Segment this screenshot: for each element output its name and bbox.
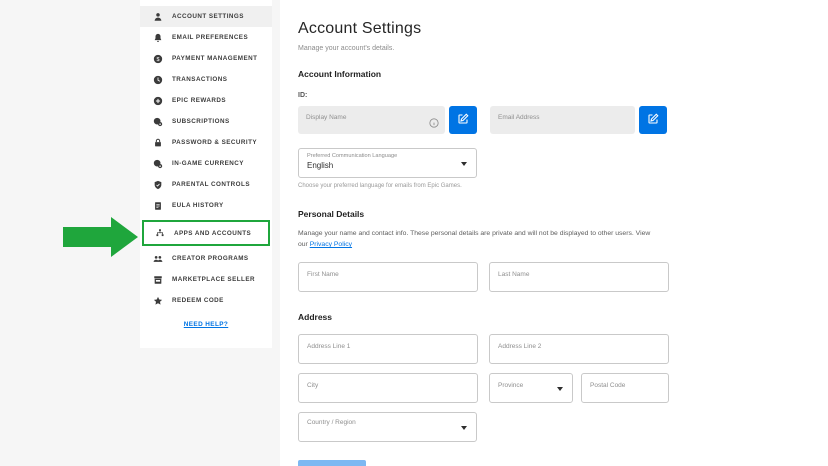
sidebar-item-epic-rewards[interactable]: EPIC REWARDS: [140, 90, 272, 111]
sidebar-item-marketplace-seller[interactable]: MARKETPLACE SELLER: [140, 269, 272, 290]
pointer-arrow-shaft: [63, 227, 111, 247]
pointer-arrow-head: [111, 217, 138, 257]
need-help-link[interactable]: NEED HELP?: [140, 321, 272, 328]
language-select-label: Preferred Communication Language: [307, 153, 468, 159]
country-region-select-value: Country / Region: [307, 419, 468, 426]
pointer-arrow-icon: [63, 217, 138, 257]
personal-details-heading: Personal Details: [298, 209, 828, 219]
edit-display-name-button[interactable]: [449, 106, 477, 134]
save-changes-button[interactable]: SAVE CHANGES: [298, 460, 366, 466]
account-id-label: ID:: [298, 92, 828, 99]
city-field[interactable]: [298, 373, 478, 403]
apps-accounts-icon: [154, 228, 165, 239]
sidebar-item-redeem-code[interactable]: REDEEM CODE: [140, 290, 272, 311]
sidebar-item-creator-programs[interactable]: CREATOR PROGRAMS: [140, 248, 272, 269]
address-line1-input[interactable]: [299, 338, 477, 366]
sidebar-item-password-security[interactable]: PASSWORD & SECURITY: [140, 132, 272, 153]
info-icon[interactable]: [429, 115, 439, 125]
subscriptions-icon: [152, 116, 163, 127]
province-select-value: Province: [498, 382, 564, 389]
account-settings-panel: Account Settings Manage your account's d…: [280, 0, 828, 466]
address-line2-field[interactable]: [489, 334, 669, 364]
personal-details-description: Manage your name and contact info. These…: [298, 228, 660, 250]
storefront-icon: [152, 274, 163, 285]
sidebar-item-parental-controls[interactable]: PARENTAL CONTROLS: [140, 174, 272, 195]
sidebar-item-apps-and-accounts[interactable]: APPS AND ACCOUNTS: [142, 220, 270, 246]
address-line2-input[interactable]: [490, 338, 668, 366]
last-name-field[interactable]: [489, 262, 669, 292]
sidebar-item-in-game-currency[interactable]: IN-GAME CURRENCY: [140, 153, 272, 174]
people-icon: [152, 253, 163, 264]
country-region-select[interactable]: Country / Region: [298, 412, 477, 442]
page-title: Account Settings: [298, 20, 828, 38]
email-address-field: [490, 106, 635, 134]
address-line1-field[interactable]: [298, 334, 478, 364]
sidebar-item-eula-history[interactable]: EULA HISTORY: [140, 195, 272, 216]
settings-sidebar: ACCOUNT SETTINGS EMAIL PREFERENCES $ PAY…: [140, 0, 272, 348]
star-icon: [152, 295, 163, 306]
svg-text:$: $: [156, 56, 159, 62]
display-name-input: [298, 108, 445, 136]
language-select-value: English: [307, 161, 468, 170]
edit-icon: [457, 113, 469, 128]
chevron-down-icon: [557, 387, 563, 391]
chevron-down-icon: [461, 426, 467, 430]
postal-code-input[interactable]: [582, 377, 668, 405]
lock-icon: [152, 137, 163, 148]
address-heading: Address: [298, 312, 828, 322]
province-select[interactable]: Province: [489, 373, 573, 403]
clock-icon: [152, 74, 163, 85]
shield-check-icon: [152, 179, 163, 190]
account-information-heading: Account Information: [298, 69, 828, 79]
display-name-field: [298, 106, 445, 134]
city-input[interactable]: [299, 377, 477, 405]
bell-icon: [152, 32, 163, 43]
edit-email-button[interactable]: [639, 106, 667, 134]
sidebar-item-subscriptions[interactable]: SUBSCRIPTIONS: [140, 111, 272, 132]
first-name-input[interactable]: [299, 266, 477, 294]
postal-code-field[interactable]: [581, 373, 669, 403]
rewards-icon: [152, 95, 163, 106]
document-icon: [152, 200, 163, 211]
currency-icon: [152, 158, 163, 169]
payment-icon: $: [152, 53, 163, 64]
first-name-field[interactable]: [298, 262, 478, 292]
sidebar-item-payment-management[interactable]: $ PAYMENT MANAGEMENT: [140, 48, 272, 69]
email-address-input: [490, 108, 635, 136]
sidebar-item-account-settings[interactable]: ACCOUNT SETTINGS: [140, 6, 272, 27]
sidebar-item-transactions[interactable]: TRANSACTIONS: [140, 69, 272, 90]
language-helper-text: Choose your preferred language for email…: [298, 183, 828, 189]
privacy-policy-link[interactable]: Privacy Policy: [310, 241, 352, 248]
user-icon: [152, 11, 163, 22]
last-name-input[interactable]: [490, 266, 668, 294]
language-select[interactable]: Preferred Communication Language English: [298, 148, 477, 178]
sidebar-item-email-preferences[interactable]: EMAIL PREFERENCES: [140, 27, 272, 48]
edit-icon: [647, 113, 659, 128]
chevron-down-icon: [461, 162, 467, 166]
page-subtitle: Manage your account's details.: [298, 45, 828, 52]
